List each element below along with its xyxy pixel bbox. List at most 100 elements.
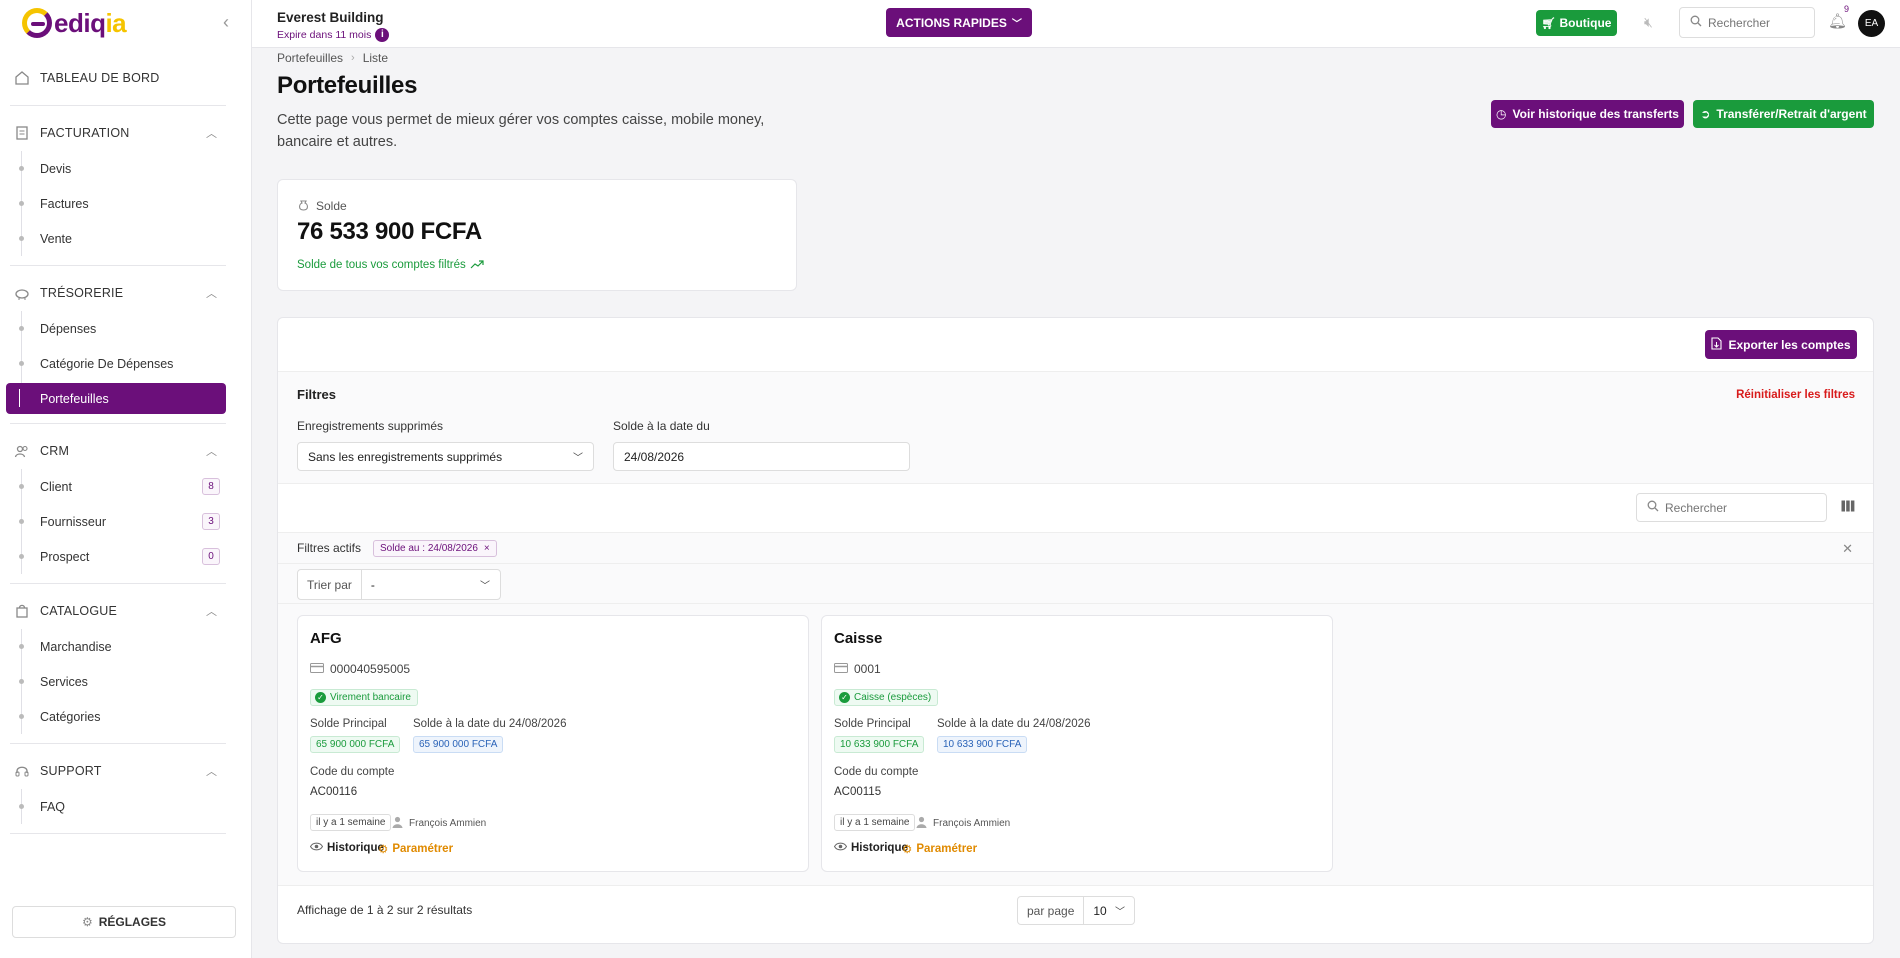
treasury-subnav: Dépenses Catégorie De Dépenses Portefeui… (0, 311, 252, 414)
sidebar-item-label: Services (40, 674, 88, 689)
divider (10, 833, 226, 834)
chevron-up-icon: ︿ (206, 446, 218, 458)
expiry-text: Expire dans 11 mois (277, 29, 372, 41)
balance-value: 76 533 900 FCFA (297, 218, 482, 245)
chevron-up-icon: ︿ (206, 128, 218, 140)
sidebar-item-client[interactable]: Client 8 (0, 469, 252, 504)
divider (10, 743, 226, 744)
main-balance-value: 10 633 900 FCFA (834, 736, 925, 753)
active-filter-chip[interactable]: Solde au : 24/08/2026 × (373, 539, 497, 557)
balance-date-input[interactable] (613, 442, 910, 471)
settings-button[interactable]: ⚙ RÉGLAGES (12, 906, 236, 938)
ediqia-logo[interactable]: ediqia (22, 6, 127, 40)
info-icon[interactable]: i (375, 28, 390, 42)
account-settings-link[interactable]: ⚙ Paramétrer (378, 842, 453, 856)
sidebar-item-faq[interactable]: FAQ (0, 789, 252, 824)
cart-icon: 🛒︎ (1541, 17, 1556, 30)
account-user: François Ammien (392, 816, 486, 831)
quick-actions-label: ACTIONS RAPIDES (896, 15, 1007, 30)
logo-text-accent: ia (105, 7, 127, 38)
date-balance-label: Solde à la date du 24/08/2026 (937, 718, 1091, 730)
per-page-select[interactable]: 10 ﹀ (1084, 897, 1134, 924)
close-icon[interactable]: × (484, 543, 490, 554)
sidebar-item-label: FAQ (40, 799, 66, 814)
per-page-control: par page 10 ﹀ (1017, 896, 1135, 925)
trend-up-icon (470, 258, 484, 272)
sidebar-item-fournisseur[interactable]: Fournisseur 3 (0, 504, 252, 539)
sidebar-item-label: Devis (40, 161, 72, 176)
settings-label: RÉGLAGES (98, 915, 167, 929)
account-timestamp: il y a 1 semaine (834, 814, 916, 831)
sidebar-section-billing[interactable]: FACTURATION ︿ (0, 115, 252, 151)
gear-icon: ⚙ (902, 844, 913, 856)
bell-icon[interactable]: 🔔︎ (1828, 12, 1847, 30)
global-search[interactable] (1679, 7, 1815, 38)
account-number-text: 0001 (854, 662, 881, 676)
notification-count: 9 (1844, 4, 1850, 14)
account-number-text: 000040595005 (330, 662, 411, 676)
search-icon (1647, 500, 1659, 515)
panel-toolbar: Exporter les comptes (278, 318, 1873, 372)
money-bag-icon (297, 198, 310, 214)
sidebar-item-label: Factures (40, 196, 89, 211)
account-user: François Ammien (916, 816, 1010, 831)
quick-actions-button[interactable]: ACTIONS RAPIDES ﹀ (886, 8, 1032, 37)
sidebar-item-marchandise[interactable]: Marchandise (0, 629, 252, 664)
user-avatar[interactable]: EA (1858, 10, 1885, 37)
date-balance-value: 10 633 900 FCFA (937, 736, 1028, 753)
balance-label-text: Solde (316, 199, 347, 213)
sidebar-item-devis[interactable]: Devis (0, 151, 252, 186)
sidebar-item-vente[interactable]: Vente (0, 221, 252, 256)
global-search-input[interactable] (1708, 15, 1798, 30)
account-history-link[interactable]: Historique (309, 842, 384, 854)
transfer-history-button[interactable]: ◷ Voir historique des transferts (1491, 100, 1684, 128)
home-icon (12, 68, 32, 88)
pagination-summary: Affichage de 1 à 2 sur 2 résultats (297, 903, 473, 917)
account-history-link[interactable]: Historique (833, 842, 908, 854)
sidebar-item-depenses[interactable]: Dépenses (0, 311, 252, 346)
account-settings-link[interactable]: ⚙ Paramétrer (902, 842, 977, 856)
sidebar-item-prospect[interactable]: Prospect 0 (0, 539, 252, 574)
sort-select[interactable]: - ﹀ (362, 570, 500, 599)
clear-active-filters-close-icon[interactable]: ✕ (1842, 541, 1853, 557)
filters-section: Filtres Réinitialiser les filtres Enregi… (278, 372, 1873, 484)
sidebar-item-label: Vente (40, 231, 72, 246)
sidebar-section-label: TRÉSORERIE (40, 286, 124, 300)
balance-label: Solde (297, 198, 347, 214)
deleted-records-value: Sans les enregistrements supprimés (308, 449, 503, 464)
deleted-records-select[interactable]: Sans les enregistrements supprimés ﹀ (297, 442, 594, 471)
sidebar-item-services[interactable]: Services (0, 664, 252, 699)
columns-icon[interactable] (1841, 499, 1855, 515)
accounts-search[interactable] (1636, 493, 1827, 522)
accounts-search-input[interactable] (1665, 500, 1805, 515)
sidebar-item-dashboard[interactable]: TABLEAU DE BORD (0, 60, 252, 96)
users-icon (12, 441, 32, 461)
breadcrumb-item[interactable]: Portefeuilles (277, 51, 343, 65)
sidebar-section-catalog[interactable]: CATALOGUE ︿ (0, 593, 252, 629)
boutique-label: Boutique (1559, 16, 1612, 30)
transfer-withdraw-button[interactable]: ➲ Transférer/Retrait d'argent (1693, 100, 1874, 128)
filters-title: Filtres (297, 387, 337, 402)
page-title: Portefeuilles (277, 72, 418, 99)
account-user-name: François Ammien (933, 818, 1011, 829)
sidebar-section-treasury[interactable]: TRÉSORERIE ︿ (0, 275, 252, 311)
chevron-up-icon: ︿ (206, 766, 218, 778)
speaker-mute-icon[interactable]: 🔇︎ (1644, 14, 1653, 31)
sidebar-section-support[interactable]: SUPPORT ︿ (0, 753, 252, 789)
sort-control: Trier par - ﹀ (297, 569, 501, 600)
catalog-subnav: Marchandise Services Catégories (0, 629, 252, 734)
reset-filters-link[interactable]: Réinitialiser les filtres (1736, 389, 1855, 401)
export-accounts-button[interactable]: Exporter les comptes (1705, 330, 1857, 359)
collapse-sidebar-chevron-left-icon[interactable]: ‹ (216, 12, 236, 32)
sidebar-section-crm[interactable]: CRM ︿ (0, 433, 252, 469)
headset-icon (12, 761, 32, 781)
account-card: AFG 000040595005 ✓ Virement bancaire Sol… (297, 615, 809, 872)
sidebar-item-portefeuilles[interactable]: Portefeuilles (6, 383, 226, 414)
sidebar-item-factures[interactable]: Factures (0, 186, 252, 221)
account-code: AC00115 (834, 786, 882, 798)
boutique-button[interactable]: 🛒︎ Boutique (1536, 10, 1617, 36)
sidebar-item-categorie-depenses[interactable]: Catégorie De Dépenses (0, 346, 252, 381)
sidebar-item-categories[interactable]: Catégories (0, 699, 252, 734)
clock-icon: ◷ (1496, 107, 1507, 121)
file-export-icon (1711, 336, 1723, 353)
